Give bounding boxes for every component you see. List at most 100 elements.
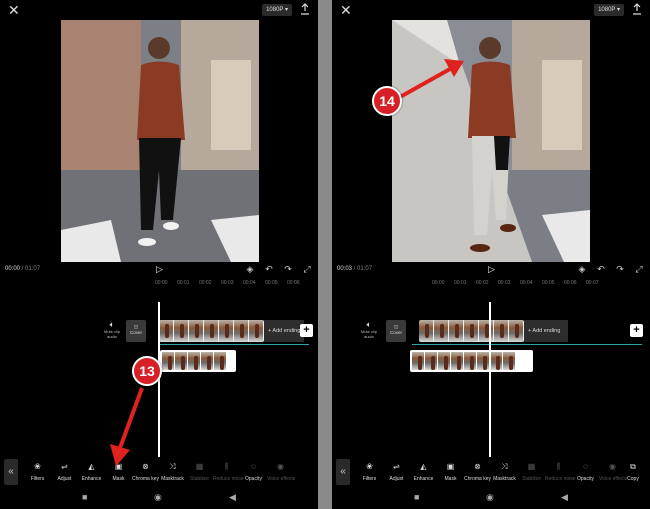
tool-filters[interactable]: ❀ Filters: [24, 458, 51, 482]
tool-stabilize[interactable]: ▦ Stabilize: [518, 458, 545, 482]
tool-chroma-key[interactable]: ⊗ Chroma key: [464, 458, 491, 482]
opacity-icon: ◌: [583, 462, 588, 471]
home-icon[interactable]: ◉: [486, 492, 494, 503]
collapse-icon[interactable]: «: [336, 459, 350, 485]
clip-thumbnail: [174, 320, 189, 342]
export-icon[interactable]: [300, 3, 310, 15]
left-editor-panel: ✕ 1080P ▾ 00:00 / 01:07 ▷ ◈ ↶ ↷ ⤢ 00:00 …: [0, 0, 318, 509]
tutorial-comparison: ✕ 1080P ▾ 00:00 / 01:07 ▷ ◈ ↶ ↷ ⤢ 00:00 …: [0, 0, 650, 509]
cover-button[interactable]: ◫ Cover: [126, 320, 146, 342]
main-video-track[interactable]: [159, 320, 264, 342]
timecode: 00:03 / 01:07: [337, 266, 373, 272]
ruler-tick: 00:02: [476, 280, 489, 286]
fullscreen-icon[interactable]: ⤢: [302, 264, 312, 274]
tool-reduce-noise[interactable]: ⫼ Reduce noise: [213, 458, 244, 482]
tool-filters[interactable]: ❀ Filters: [356, 458, 383, 482]
tool-stabilize[interactable]: ▦ Stabilize: [186, 458, 213, 482]
mute-clip-audio[interactable]: 🔈︎ Mute clip audio: [357, 320, 381, 339]
clip-thumbnail: [464, 320, 479, 342]
playhead[interactable]: [489, 302, 491, 457]
timeline[interactable]: 🔈︎ Mute clip audio ◫ Cover + Add ending +: [332, 290, 650, 455]
collapse-icon[interactable]: «: [4, 459, 18, 485]
ruler-tick: 00:00: [432, 280, 445, 286]
reduce-noise-icon: ⫼: [224, 462, 229, 471]
play-icon[interactable]: ▷: [488, 264, 495, 275]
back-icon[interactable]: ◀: [229, 492, 236, 503]
undo-icon[interactable]: ↶: [264, 264, 274, 274]
add-ending-button[interactable]: + Add ending: [264, 320, 304, 342]
arrow-to-mask-edge: [399, 59, 464, 99]
fullscreen-icon[interactable]: ⤢: [634, 264, 644, 274]
video-preview[interactable]: [0, 20, 318, 262]
tool-enhance[interactable]: ◭ Enhance: [410, 458, 437, 482]
tool-adjust[interactable]: ⇌ Adjust: [51, 458, 78, 482]
ruler-tick: 00:06: [564, 280, 577, 286]
clip-thumbnail: [189, 320, 204, 342]
masktrack-icon: ⤨: [501, 462, 508, 471]
redo-icon[interactable]: ↷: [283, 264, 293, 274]
clip-thumbnail: [451, 352, 464, 370]
add-clip-button[interactable]: +: [300, 324, 313, 337]
tool-opacity[interactable]: ◌ Opacity: [240, 458, 267, 482]
clip-thumbnail: [249, 320, 264, 342]
speaker-icon: 🔈︎: [109, 320, 115, 329]
overlay-track[interactable]: [410, 350, 533, 372]
clip-thumbnail: [234, 320, 249, 342]
close-icon[interactable]: ✕: [340, 3, 352, 17]
clip-thumbnail: [464, 352, 477, 370]
redo-icon[interactable]: ↷: [615, 264, 625, 274]
timecode: 00:00 / 01:07: [5, 266, 41, 272]
mute-clip-audio[interactable]: 🔈︎ Mute clip audio: [100, 320, 124, 339]
adjust-icon: ⇌: [393, 462, 400, 471]
preview-image: [61, 20, 259, 262]
add-clip-button[interactable]: +: [630, 324, 643, 337]
resolution-button[interactable]: 1080P ▾: [594, 4, 624, 16]
tool-reduce-noise[interactable]: ⫼ Reduce noise: [545, 458, 576, 482]
track-divider: [159, 344, 309, 345]
clip-thumbnail: [219, 320, 234, 342]
clip-thumbnail: [214, 352, 227, 370]
tool-masktrack[interactable]: ⤨ Masktrack: [491, 458, 518, 482]
tool-voice-effects[interactable]: ◉ Voice effects: [599, 458, 627, 482]
clip-thumbnail: [419, 320, 434, 342]
time-ruler: 00:00 00:01 00:02 00:03 00:04 00:05 00:0…: [332, 278, 650, 288]
main-video-track[interactable]: [419, 320, 524, 342]
system-nav-bar: ■ ◉ ◀: [0, 486, 318, 509]
tool-copy[interactable]: ⧉ Copy: [626, 458, 640, 482]
ruler-tick: 00:04: [243, 280, 256, 286]
clip-thumbnail: [175, 352, 188, 370]
add-ending-button[interactable]: + Add ending: [524, 320, 568, 342]
keyframe-icon[interactable]: ◈: [245, 264, 255, 274]
track-divider: [412, 344, 642, 345]
export-icon[interactable]: [632, 3, 642, 15]
recents-icon[interactable]: ■: [414, 492, 419, 502]
tool-voice-effects[interactable]: ◉ Voice effects: [267, 458, 295, 482]
clip-thumbnail: [159, 320, 174, 342]
keyframe-icon[interactable]: ◈: [577, 264, 587, 274]
clip-thumbnail: [204, 320, 219, 342]
ruler-tick: 00:05: [542, 280, 555, 286]
video-preview[interactable]: [332, 20, 650, 262]
arrow-to-mask: [110, 387, 144, 466]
system-nav-bar: ■ ◉ ◀: [332, 486, 650, 509]
cover-button[interactable]: ◫ Cover: [386, 320, 406, 342]
tool-opacity[interactable]: ◌ Opacity: [572, 458, 599, 482]
ruler-tick: 00:00: [155, 280, 168, 286]
tool-adjust[interactable]: ⇌ Adjust: [383, 458, 410, 482]
home-icon[interactable]: ◉: [154, 492, 162, 503]
clip-thumbnail: [412, 352, 425, 370]
stabilize-icon: ▦: [527, 462, 536, 471]
overlay-track[interactable]: [160, 350, 236, 372]
clip-thumbnail: [438, 352, 451, 370]
undo-icon[interactable]: ↶: [596, 264, 606, 274]
recents-icon[interactable]: ■: [82, 492, 87, 502]
adjust-icon: ⇌: [61, 462, 68, 471]
back-icon[interactable]: ◀: [561, 492, 568, 503]
resolution-button[interactable]: 1080P ▾: [262, 4, 292, 16]
clip-thumbnail: [509, 320, 524, 342]
tool-mask[interactable]: ▣ Mask: [437, 458, 464, 482]
tool-masktrack[interactable]: ⤨ Masktrack: [159, 458, 186, 482]
close-icon[interactable]: ✕: [8, 3, 20, 17]
step-badge-13: 13: [132, 356, 162, 386]
play-icon[interactable]: ▷: [156, 264, 163, 275]
